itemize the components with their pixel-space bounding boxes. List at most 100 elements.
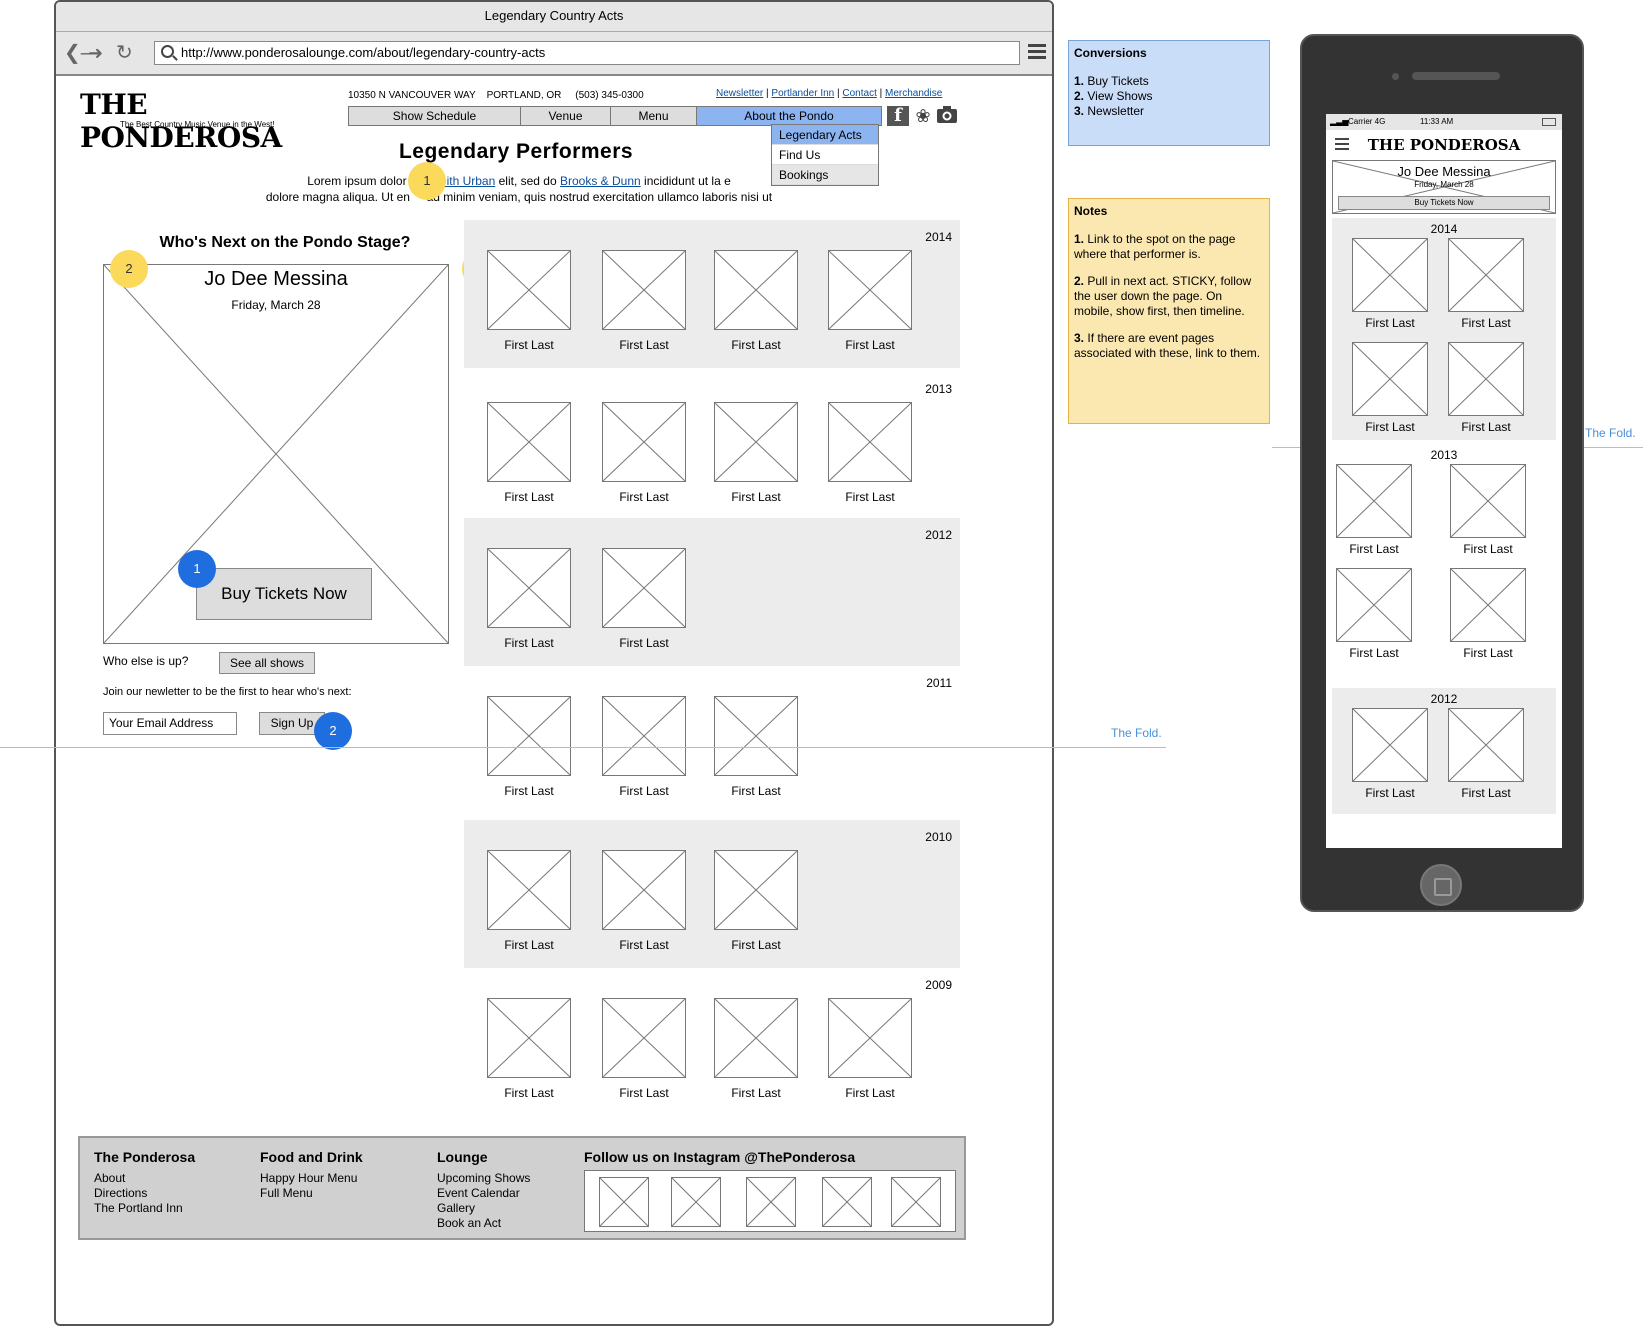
buy-tickets-button[interactable]: Buy Tickets Now bbox=[196, 568, 372, 620]
mobile-buy-tickets-button[interactable]: Buy Tickets Now bbox=[1338, 196, 1550, 210]
performer-card[interactable]: First Last bbox=[714, 402, 798, 504]
mobile-year-section: 2012 First Last First Last bbox=[1332, 688, 1556, 814]
hamburger-menu-icon[interactable] bbox=[1028, 44, 1046, 60]
brooks-dunn-link[interactable]: Brooks & Dunn bbox=[560, 174, 641, 188]
facebook-icon[interactable]: f bbox=[887, 106, 909, 126]
performer-image-placeholder bbox=[602, 250, 686, 330]
performer-name: First Last bbox=[619, 938, 669, 952]
year-label: 2009 bbox=[925, 978, 952, 992]
performer-card[interactable]: First Last bbox=[602, 548, 686, 650]
timeline-year-section: 2010 First Last First Last First Last bbox=[464, 820, 960, 968]
performer-card[interactable]: First Last bbox=[487, 548, 571, 650]
item-number: 3. bbox=[1074, 104, 1085, 118]
performer-name: First Last bbox=[1365, 420, 1415, 434]
instagram-feed bbox=[584, 1170, 956, 1232]
mobile-performer-card[interactable]: First Last bbox=[1336, 568, 1412, 660]
notes-panel: Notes 1. Link to the spot on the page wh… bbox=[1068, 198, 1270, 424]
mobile-performer-card[interactable]: First Last bbox=[1352, 238, 1428, 330]
conversion-item: 1. Buy Tickets bbox=[1074, 74, 1264, 89]
performer-card[interactable]: First Last bbox=[602, 850, 686, 952]
performer-card[interactable]: First Last bbox=[602, 998, 686, 1100]
performer-image-placeholder bbox=[714, 850, 798, 930]
item-text: Buy Tickets bbox=[1087, 74, 1149, 88]
performer-card[interactable]: First Last bbox=[828, 402, 912, 504]
forward-arrow-icon[interactable]: ➜ bbox=[88, 42, 103, 64]
performer-card[interactable]: First Last bbox=[714, 998, 798, 1100]
performer-name: First Last bbox=[504, 490, 554, 504]
mobile-performer-card[interactable]: First Last bbox=[1448, 708, 1524, 800]
footer-link[interactable]: Event Calendar bbox=[437, 1186, 530, 1201]
browser-window: Legendary Country Acts ❮— ➜ ↻ http://www… bbox=[54, 0, 1054, 1326]
mobile-performer-card[interactable]: First Last bbox=[1336, 464, 1412, 556]
performer-card[interactable]: First Last bbox=[487, 402, 571, 504]
performer-image-placeholder bbox=[602, 998, 686, 1078]
footer-col-lounge: Lounge Upcoming Shows Event Calendar Gal… bbox=[437, 1150, 530, 1231]
intro-line-2: dolore magna aliqua. Ut en ad minim veni… bbox=[56, 190, 982, 204]
footer-link[interactable]: The Portland Inn bbox=[94, 1201, 195, 1216]
performer-card[interactable]: First Last bbox=[714, 250, 798, 352]
speaker-grill bbox=[1412, 72, 1500, 80]
performer-name: First Last bbox=[731, 784, 781, 798]
nav-show-schedule[interactable]: Show Schedule bbox=[349, 107, 521, 125]
footer-link[interactable]: Directions bbox=[94, 1186, 195, 1201]
item-text: Link to the spot on the page where that … bbox=[1074, 232, 1236, 261]
contact-link[interactable]: Contact bbox=[842, 88, 876, 99]
mobile-performer-card[interactable]: First Last bbox=[1352, 708, 1428, 800]
footer-link[interactable]: Gallery bbox=[437, 1201, 530, 1216]
timeline-year-section: 2012 First Last First Last bbox=[464, 518, 960, 666]
footer-link[interactable]: About bbox=[94, 1171, 195, 1186]
footer-col-food: Food and Drink Happy Hour Menu Full Menu bbox=[260, 1150, 363, 1201]
performer-card[interactable]: First Last bbox=[487, 250, 571, 352]
instagram-thumbnail[interactable] bbox=[822, 1177, 872, 1227]
instagram-thumbnail[interactable] bbox=[891, 1177, 941, 1227]
year-label: 2013 bbox=[1430, 448, 1458, 462]
mobile-performer-card[interactable]: First Last bbox=[1450, 568, 1526, 660]
performer-card[interactable]: First Last bbox=[602, 402, 686, 504]
performer-card[interactable]: First Last bbox=[487, 998, 571, 1100]
footer-link[interactable]: Full Menu bbox=[260, 1186, 363, 1201]
mobile-performer-card[interactable]: First Last bbox=[1448, 342, 1524, 434]
reload-icon[interactable]: ↻ bbox=[116, 42, 133, 64]
url-text: http://www.ponderosalounge.com/about/leg… bbox=[181, 45, 546, 60]
fold-label-desktop: The Fold. bbox=[1111, 726, 1162, 740]
performer-card[interactable]: First Last bbox=[714, 850, 798, 952]
mobile-performer-card[interactable]: First Last bbox=[1352, 342, 1428, 434]
instagram-thumbnail[interactable] bbox=[599, 1177, 649, 1227]
fold-line-desktop bbox=[0, 747, 1166, 748]
performer-name: First Last bbox=[845, 1086, 895, 1100]
performer-name: First Last bbox=[504, 784, 554, 798]
nav-menu[interactable]: Menu bbox=[611, 107, 697, 125]
instagram-camera-icon[interactable] bbox=[936, 106, 958, 126]
instagram-thumbnail[interactable] bbox=[671, 1177, 721, 1227]
mobile-year-section: 2014 First Last First Last First Last First … bbox=[1332, 218, 1556, 440]
performer-image-placeholder bbox=[1352, 238, 1428, 312]
note-item: 1. Link to the spot on the page where th… bbox=[1074, 232, 1264, 262]
mobile-performer-card[interactable]: First Last bbox=[1448, 238, 1524, 330]
performer-card[interactable]: First Last bbox=[828, 250, 912, 352]
home-button[interactable] bbox=[1420, 864, 1462, 906]
footer-link[interactable]: Upcoming Shows bbox=[437, 1171, 530, 1186]
merchandise-link[interactable]: Merchandise bbox=[885, 88, 942, 99]
mobile-logo[interactable]: THE PONDEROSA bbox=[1326, 136, 1562, 154]
email-input[interactable]: Your Email Address bbox=[103, 712, 237, 735]
performer-name: First Last bbox=[1461, 420, 1511, 434]
footer-link[interactable]: Happy Hour Menu bbox=[260, 1171, 363, 1186]
twitter-icon[interactable]: ❀ bbox=[912, 106, 934, 126]
notes-heading: Notes bbox=[1074, 204, 1108, 218]
performer-name: First Last bbox=[619, 784, 669, 798]
footer: The Ponderosa About Directions The Portl… bbox=[78, 1136, 966, 1240]
nav-about[interactable]: About the Pondo bbox=[697, 107, 881, 125]
performer-card[interactable]: First Last bbox=[487, 850, 571, 952]
performer-card[interactable]: First Last bbox=[602, 250, 686, 352]
intro-text: incididunt ut la bbox=[640, 174, 721, 188]
nav-venue[interactable]: Venue bbox=[521, 107, 611, 125]
footer-link[interactable]: Book an Act bbox=[437, 1216, 530, 1231]
performer-card[interactable]: First Last bbox=[828, 998, 912, 1100]
see-all-shows-button[interactable]: See all shows bbox=[219, 652, 315, 674]
mobile-performer-card[interactable]: First Last bbox=[1450, 464, 1526, 556]
url-bar[interactable]: http://www.ponderosalounge.com/about/leg… bbox=[154, 41, 1020, 65]
performer-image-placeholder bbox=[487, 850, 571, 930]
newsletter-link[interactable]: Newsletter bbox=[716, 88, 763, 99]
instagram-thumbnail[interactable] bbox=[746, 1177, 796, 1227]
portlander-inn-link[interactable]: Portlander Inn bbox=[771, 88, 834, 99]
